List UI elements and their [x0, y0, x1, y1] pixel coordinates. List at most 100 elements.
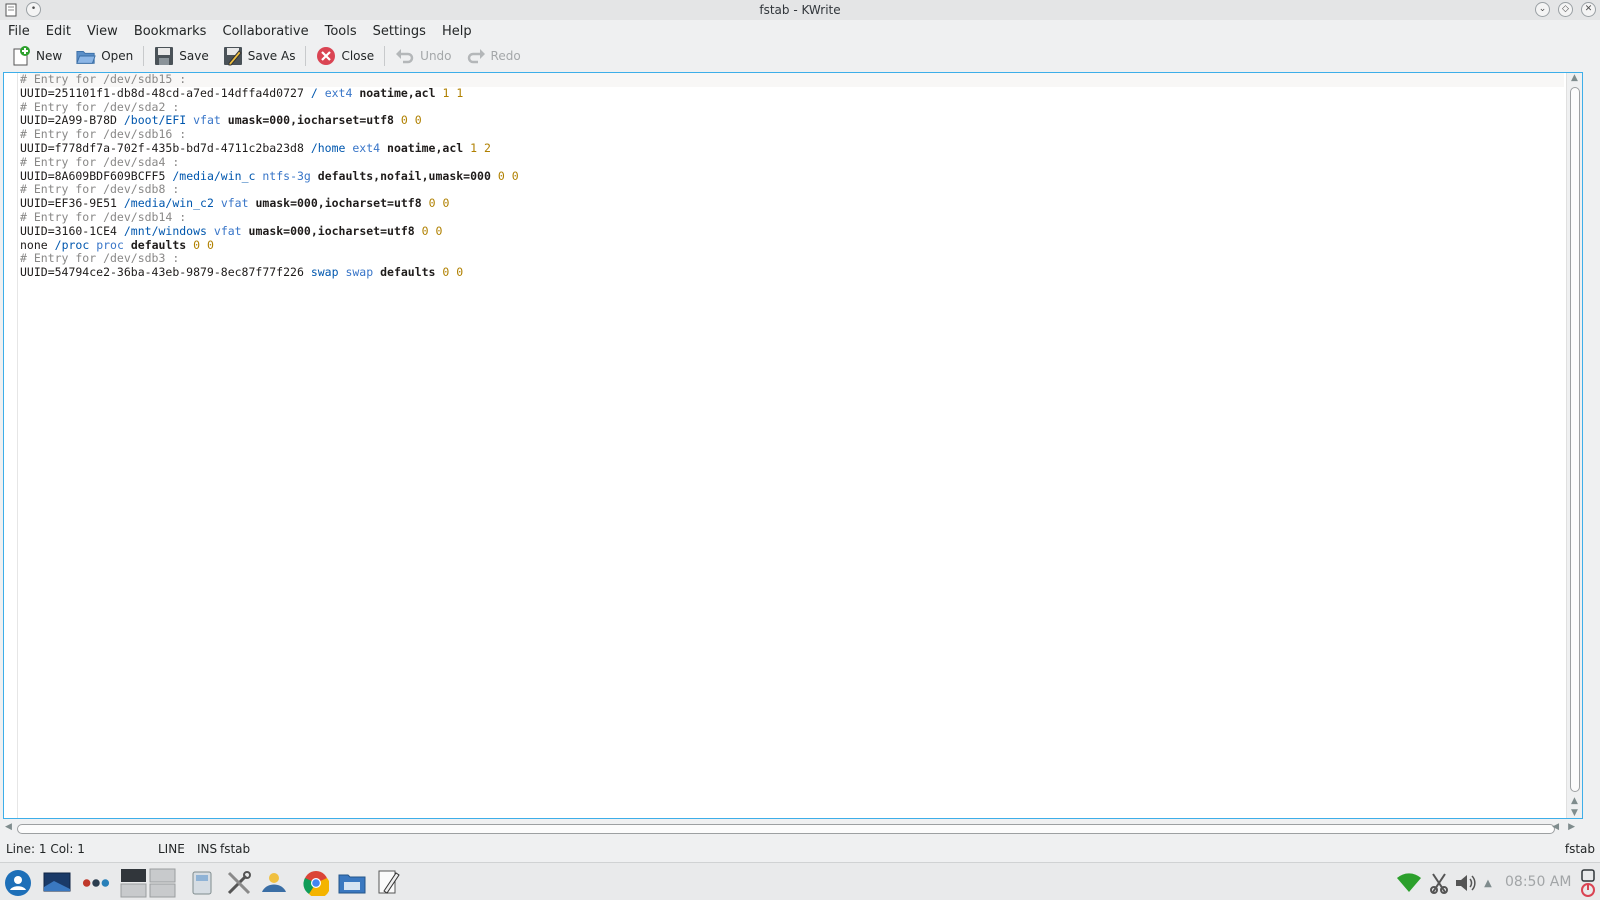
vertical-scroll-thumb[interactable] — [1570, 87, 1580, 792]
horizontal-scroll-thumb[interactable] — [17, 824, 1555, 834]
text-line[interactable]: UUID=251101f1-db8d-48cd-a7ed-14dffa4d072… — [20, 85, 1564, 101]
menu-tools[interactable]: Tools — [325, 24, 357, 39]
text-line[interactable]: UUID=f778df7a-702f-435b-bd7d-4711c2ba23d… — [20, 140, 1564, 156]
window-title: fstab - KWrite — [759, 3, 841, 17]
mount-point-field: swap — [310, 265, 339, 280]
text-line[interactable]: # Entry for /dev/sda4 : — [20, 154, 1564, 170]
app-menu-icon[interactable] — [4, 3, 18, 17]
save-button[interactable]: Save — [147, 43, 215, 69]
scroll-up-icon[interactable]: ▲ — [1571, 73, 1578, 83]
pin-button[interactable]: • — [26, 2, 41, 17]
open-button[interactable]: Open — [69, 43, 140, 69]
options-field: noatime,acl — [387, 140, 464, 155]
fstype-field: ntfs-3g — [262, 168, 311, 183]
menu-edit[interactable]: Edit — [46, 24, 71, 39]
desktop-icon[interactable] — [43, 869, 71, 897]
text-line[interactable]: UUID=2A99-B78D /boot/EFI vfat umask=000,… — [20, 113, 1564, 128]
tray-expand-icon[interactable]: ▲ — [1478, 869, 1498, 897]
text-line[interactable]: UUID=3160-1CE4 /mnt/windows vfat umask=0… — [20, 223, 1564, 239]
pager-icon[interactable] — [120, 868, 178, 898]
text-line[interactable]: # Entry for /dev/sdb16 : — [20, 127, 1564, 142]
kwrite-icon[interactable] — [374, 869, 402, 897]
close-label: Close — [341, 49, 375, 63]
mount-point-field: /media/win_c2 — [123, 196, 214, 211]
file-manager-icon[interactable] — [188, 869, 216, 897]
text-line[interactable]: UUID=54794ce2-36ba-43eb-9879-8ec87f77f22… — [20, 265, 1564, 280]
comment-text: # Entry for /dev/sdb16 : — [20, 127, 187, 142]
mount-point-field: /home — [310, 140, 346, 155]
close-window-button[interactable]: ✕ — [1581, 2, 1596, 17]
device-field: UUID=f778df7a-702f-435b-bd7d-4711c2ba23d… — [20, 140, 304, 155]
text-line[interactable]: none /proc proc defaults 0 0 — [20, 237, 1564, 253]
new-button[interactable]: New — [4, 43, 69, 69]
undo-button[interactable]: Undo — [388, 43, 458, 69]
save-as-icon — [223, 46, 243, 66]
selection-mode[interactable]: LINE — [158, 842, 185, 856]
activities-icon[interactable] — [82, 869, 110, 897]
status-filename: fstab — [1564, 842, 1595, 856]
device-field: UUID=EF36-9E51 — [20, 196, 117, 211]
launcher-icon[interactable] — [4, 869, 32, 897]
insert-mode[interactable]: INS — [197, 842, 217, 856]
horizontal-scrollbar[interactable]: ◀ ◀ ▶ — [3, 820, 1583, 838]
text-line[interactable]: # Entry for /dev/sdb15 : — [20, 72, 1564, 87]
wifi-icon[interactable] — [1395, 869, 1423, 897]
clock[interactable]: 08:50 AM — [1505, 874, 1571, 890]
dump-field: 0 — [428, 196, 436, 211]
text-line[interactable]: # Entry for /dev/sdb14 : — [20, 210, 1564, 225]
filetype-mode[interactable]: fstab — [220, 842, 250, 856]
menu-file[interactable]: File — [8, 24, 30, 39]
scroll-left-icon[interactable]: ◀ — [5, 822, 12, 832]
menu-settings[interactable]: Settings — [373, 24, 426, 39]
text-line[interactable]: # Entry for /dev/sda2 : — [20, 100, 1564, 115]
fstype-field: vfat — [213, 223, 242, 238]
main-toolbar: New Open Save Save As Close Undo Redo — [0, 42, 1600, 70]
maximize-button[interactable]: ◇ — [1558, 2, 1573, 17]
menu-help[interactable]: Help — [442, 24, 472, 39]
pass-field: 0 — [442, 196, 450, 211]
text-line[interactable]: UUID=EF36-9E51 /media/win_c2 vfat umask=… — [20, 196, 1564, 211]
tools-icon[interactable] — [225, 869, 253, 897]
klipper-icon[interactable] — [1425, 869, 1453, 897]
cursor-position[interactable]: Line: 1 Col: 1 — [6, 842, 85, 856]
fstype-field: swap — [345, 265, 374, 280]
pass-field: 1 — [456, 85, 464, 100]
dump-field: 1 — [470, 140, 478, 155]
icon-border[interactable] — [4, 73, 18, 818]
dolphin-icon[interactable] — [338, 869, 366, 897]
lock-screen-icon[interactable] — [1578, 869, 1598, 897]
chrome-icon[interactable] — [302, 869, 330, 897]
text-line[interactable]: UUID=8A609BDF609BCFF5 /media/win_c ntfs-… — [20, 168, 1564, 184]
minimize-button[interactable]: ⌄ — [1535, 2, 1550, 17]
volume-icon[interactable] — [1451, 869, 1479, 897]
scroll-up-icon[interactable]: ▲ — [1571, 796, 1578, 806]
text-line[interactable]: # Entry for /dev/sdb8 : — [20, 182, 1564, 197]
mount-point-field: /media/win_c — [172, 168, 256, 183]
redo-label: Redo — [490, 49, 521, 63]
scroll-down-icon[interactable]: ▼ — [1571, 808, 1578, 818]
fstype-field: proc — [96, 237, 124, 252]
menu-view[interactable]: View — [87, 24, 118, 39]
close-button[interactable]: Close — [309, 43, 381, 69]
menu-bookmarks[interactable]: Bookmarks — [134, 24, 207, 39]
text-line[interactable]: # Entry for /dev/sdb3 : — [20, 251, 1564, 266]
redo-button[interactable]: Redo — [459, 43, 528, 69]
open-label: Open — [101, 49, 134, 63]
network-drive-icon[interactable] — [260, 869, 288, 897]
save-as-button[interactable]: Save As — [216, 43, 303, 69]
pass-field: 2 — [484, 140, 491, 155]
mount-point-field: / — [310, 85, 318, 100]
device-field: UUID=54794ce2-36ba-43eb-9879-8ec87f77f22… — [20, 265, 304, 280]
scroll-left-icon[interactable]: ◀ — [1552, 822, 1559, 832]
editor-view[interactable]: # Entry for /dev/sdb15 : UUID=251101f1-db… — [3, 72, 1583, 819]
vertical-scrollbar[interactable]: ▲ ▲ ▼ — [1566, 73, 1582, 818]
options-field: defaults — [130, 237, 187, 252]
menu-collaborative[interactable]: Collaborative — [222, 24, 308, 39]
options-field: umask=000,iocharset=utf8 — [227, 113, 394, 128]
fstype-field: ext4 — [324, 85, 353, 100]
text-area[interactable]: # Entry for /dev/sdb15 : UUID=251101f1-db… — [20, 72, 1564, 818]
pass-field: 0 — [511, 168, 519, 183]
fstype-field: ext4 — [352, 140, 381, 155]
comment-text: # Entry for /dev/sda4 : — [20, 154, 180, 169]
scroll-right-icon[interactable]: ▶ — [1568, 822, 1575, 832]
